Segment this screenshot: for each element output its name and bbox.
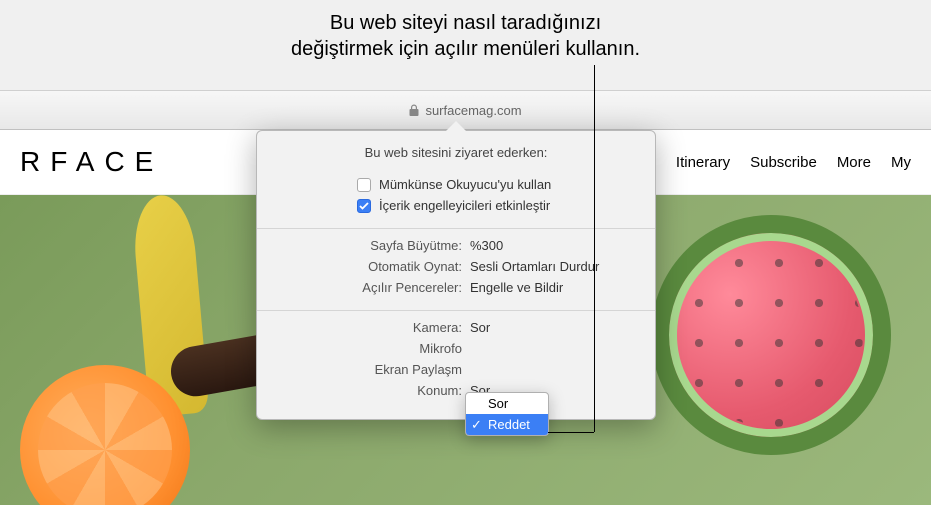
annotation-line2: değiştirmek için açılır menüleri kullanı… (291, 36, 640, 62)
page-zoom-row[interactable]: Sayfa Büyütme: %300 (277, 235, 635, 256)
checkmark-icon: ✓ (471, 417, 482, 433)
location-row[interactable]: Konum: Sor (277, 380, 635, 401)
setting-label: Sayfa Büyütme: (277, 238, 462, 253)
permission-dropdown[interactable]: Sor ✓ Reddet (465, 392, 549, 436)
nav-link[interactable]: More (837, 154, 871, 171)
setting-label: Konum: (277, 383, 462, 398)
dropdown-option-ask[interactable]: Sor (466, 393, 548, 414)
popover-title: Bu web sitesini ziyaret ederken: (257, 131, 655, 168)
setting-label: Mikrofo (277, 341, 462, 356)
annotation-text: Bu web siteyi nasıl taradığınızı değişti… (291, 10, 640, 62)
setting-label: Ekran Paylaşm (277, 362, 462, 377)
reader-checkbox[interactable] (357, 178, 371, 192)
blockers-label: İçerik engelleyicileri etkinleştir (379, 198, 550, 213)
popups-row[interactable]: Açılır Pencereler: Engelle ve Bildir (277, 277, 635, 298)
reader-label: Mümkünse Okuyucu'yu kullan (379, 177, 551, 192)
setting-value: Sor (470, 320, 490, 335)
setting-value: Engelle ve Bildir (470, 280, 563, 295)
nav-link[interactable]: My (891, 154, 911, 171)
setting-label: Otomatik Oynat: (277, 259, 462, 274)
dropdown-option-deny[interactable]: ✓ Reddet (466, 414, 548, 435)
blockers-checkbox-row[interactable]: İçerik engelleyicileri etkinleştir (277, 195, 635, 216)
lock-icon (409, 104, 419, 116)
annotation-pointer (594, 65, 595, 432)
decorative-fruit (651, 215, 891, 455)
setting-value: Sesli Ortamları Durdur (470, 259, 599, 274)
nav-link[interactable]: Itinerary (676, 154, 730, 171)
microphone-row[interactable]: Mikrofo (277, 338, 635, 359)
setting-value: %300 (470, 238, 503, 253)
site-nav: Itinerary Subscribe More My (676, 154, 911, 171)
autoplay-row[interactable]: Otomatik Oynat: Sesli Ortamları Durdur (277, 256, 635, 277)
website-settings-popover: Bu web sitesini ziyaret ederken: Mümküns… (256, 130, 656, 420)
option-label: Reddet (488, 417, 530, 432)
setting-label: Açılır Pencereler: (277, 280, 462, 295)
screen-sharing-row[interactable]: Ekran Paylaşm (277, 359, 635, 380)
camera-row[interactable]: Kamera: Sor (277, 317, 635, 338)
option-label: Sor (488, 396, 508, 411)
annotation-line1: Bu web siteyi nasıl taradığınızı (291, 10, 640, 36)
popover-settings-group-2: Kamera: Sor Mikrofo Ekran Paylaşm Konum:… (257, 311, 655, 419)
blockers-checkbox[interactable] (357, 199, 371, 213)
setting-label: Kamera: (277, 320, 462, 335)
reader-checkbox-row[interactable]: Mümkünse Okuyucu'yu kullan (277, 174, 635, 195)
url-text: surfacemag.com (425, 103, 521, 118)
popover-settings-group-1: Sayfa Büyütme: %300 Otomatik Oynat: Sesl… (257, 229, 655, 311)
popover-checkboxes: Mümkünse Okuyucu'yu kullan İçerik engell… (257, 168, 655, 229)
site-logo: RFACE (20, 146, 163, 178)
annotation-pointer (548, 432, 594, 433)
nav-link[interactable]: Subscribe (750, 154, 817, 171)
url-display: surfacemag.com (409, 103, 521, 118)
